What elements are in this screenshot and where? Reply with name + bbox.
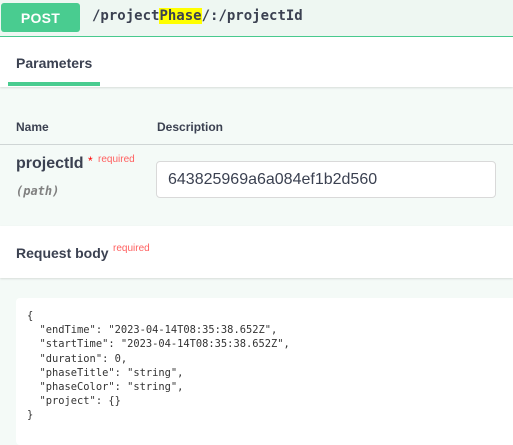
header-divider: [0, 144, 513, 145]
param-location: (path): [16, 184, 60, 198]
request-body-editor[interactable]: { "endTime": "2023-04-14T08:35:38.652Z",…: [16, 298, 513, 445]
request-body-title: Request body: [16, 245, 109, 261]
required-label: required: [98, 154, 135, 165]
path-suffix: /:/projectId: [201, 8, 303, 24]
column-header-description: Description: [157, 120, 224, 134]
required-star: *: [88, 154, 93, 168]
projectid-input[interactable]: [156, 161, 496, 198]
tab-parameters[interactable]: Parameters: [16, 55, 92, 71]
column-header-name: Name: [16, 120, 49, 134]
param-name: projectId: [16, 155, 84, 172]
parameters-header: Parameters: [0, 37, 513, 87]
operation-summary[interactable]: POST /projectPhase/:/projectId: [0, 0, 513, 37]
request-body-header: Request body required: [0, 226, 513, 278]
active-tab-indicator: [8, 82, 100, 86]
request-body-json[interactable]: { "endTime": "2023-04-14T08:35:38.652Z",…: [27, 309, 502, 423]
endpoint-path: /projectPhase/:/projectId: [92, 8, 303, 24]
path-highlight: Phase: [159, 8, 202, 24]
path-prefix: /project: [92, 8, 160, 24]
method-badge: POST: [1, 3, 80, 32]
request-body-required-label: required: [113, 243, 150, 254]
